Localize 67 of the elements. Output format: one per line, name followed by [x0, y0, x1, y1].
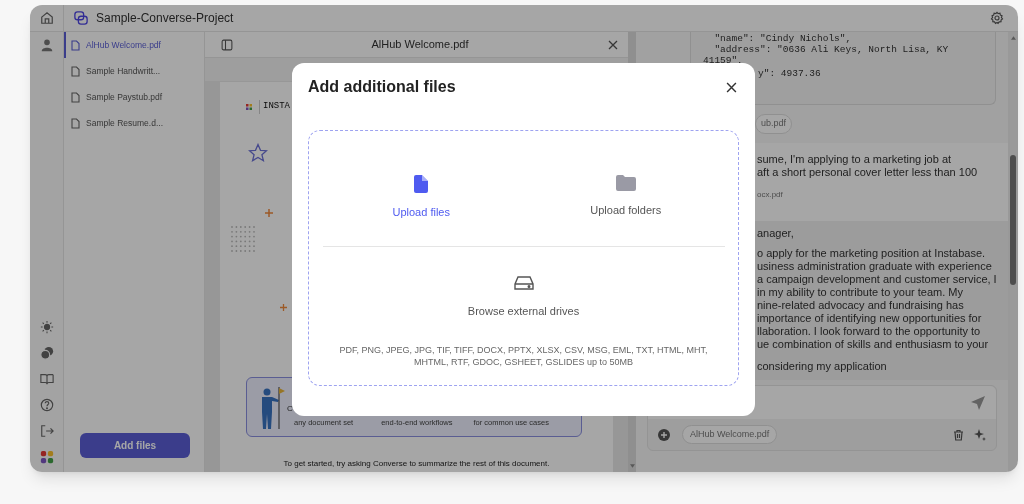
- message-text: aft a short personal cover letter less than 100: [757, 166, 979, 179]
- person-with-flag-drawing: [259, 386, 285, 430]
- scroll-down-icon[interactable]: [629, 464, 635, 468]
- coins-icon[interactable]: [39, 346, 54, 360]
- plus-mark-icon: [265, 209, 273, 217]
- sidebar-toggle-icon[interactable]: [221, 38, 233, 51]
- code-line: y": 4937.36: [758, 68, 822, 79]
- home-icon[interactable]: [39, 11, 54, 25]
- settings-icon[interactable]: [990, 11, 1004, 25]
- upload-option[interactable]: Upload files: [319, 131, 524, 246]
- logo-text: INSTA: [259, 100, 290, 114]
- add-icon[interactable]: [658, 428, 670, 441]
- reply-text: nine-related advocacy and fundraising has: [757, 299, 965, 312]
- file-item[interactable]: Sample Handwritt...: [64, 58, 204, 84]
- attachment-name: ocx.pdf: [757, 189, 784, 201]
- card-text: C: [287, 404, 293, 414]
- dialog-title: Add additional files: [308, 77, 456, 97]
- add-files-button[interactable]: Add files: [80, 433, 190, 458]
- attachment-chip[interactable]: AlHub Welcome.pdf: [682, 424, 778, 445]
- reply-text: importance of identifying new opportunities for: [757, 312, 983, 325]
- reply-text: ue combination of skills and enthusiasm to your: [757, 338, 990, 351]
- user-icon[interactable]: [39, 38, 54, 52]
- file-icon: [414, 175, 429, 193]
- scroll-up-icon[interactable]: [1010, 36, 1016, 40]
- document-icon: [71, 39, 80, 51]
- reply-text: o apply for the marketing position at Instabase.: [757, 247, 987, 260]
- trash-icon[interactable]: [953, 428, 964, 441]
- upload-option[interactable]: Upload folders: [523, 131, 728, 246]
- reply-text: llaboration. I look forward to the opportunity to: [757, 325, 982, 338]
- code-line: "name": "Cindy Nichols",: [713, 33, 853, 44]
- document-icon: [71, 65, 80, 77]
- book-icon[interactable]: [39, 372, 54, 386]
- code-line: 41159",: [703, 55, 744, 66]
- document-icon: [71, 117, 80, 129]
- document-title: AlHub Welcome.pdf: [370, 37, 470, 53]
- document-icon: [71, 91, 80, 103]
- folder-icon: [615, 175, 636, 191]
- plus-mark-icon: [280, 304, 287, 311]
- footer-text: To get started, try asking Converse to summarize the rest of this document.: [282, 458, 551, 470]
- reply-text: anager,: [757, 227, 795, 240]
- supported-formats-text: PDF, PNG, JPEG, JPG, TIF, TIFF, DOCX, PPTX, XLSX, CSV, MSG, EML, TXT, HTML, MHT, MHTML, RTF, GDOC, GSHEET, GSLIDES up to 50MB: [338, 343, 709, 368]
- star-icon: [248, 143, 268, 163]
- reply-text: considering my application: [757, 360, 888, 373]
- reply-text: usiness administration graduate with experience: [757, 260, 993, 273]
- chat-bubbles-icon: [74, 11, 88, 25]
- logo-icon: [246, 104, 252, 110]
- sparkle-icon[interactable]: [974, 428, 986, 441]
- dot-grid-icon: [230, 225, 256, 253]
- file-item[interactable]: Sample Paystub.pdf: [64, 84, 204, 110]
- reply-text: in my ability to contribute to your team. My: [757, 286, 965, 299]
- send-icon[interactable]: [970, 394, 986, 411]
- apps-icon[interactable]: [39, 450, 54, 464]
- close-icon[interactable]: [726, 81, 737, 93]
- scrollbar-thumb[interactable]: [1010, 155, 1016, 285]
- sun-icon[interactable]: [39, 320, 54, 334]
- project-title: Sample-Converse-Project: [96, 10, 234, 27]
- browse-drives-option[interactable]: Browse external drives: [467, 275, 580, 320]
- help-icon[interactable]: [39, 398, 54, 412]
- browse-drives-label: Browse external drives: [467, 304, 580, 319]
- logout-icon[interactable]: [39, 424, 54, 438]
- drive-icon: [513, 275, 534, 291]
- attachment-chip[interactable]: ub.pdf: [755, 114, 793, 134]
- file-item[interactable]: Sample Resume.d...: [64, 110, 204, 136]
- reply-text: a campaign development and customer service, I: [757, 273, 998, 286]
- code-line: "address": "0636 Ali Keys, North Lisa, KY: [713, 44, 950, 55]
- drop-zone[interactable]: Upload files Upload folders Browse external drives PDF, PNG, JPEG, JPG, TIF, TIFF, DOCX, PPTX, XLSX, CSV, MSG, EML, TXT, HTML, MHT, MHTML, RTF, GDOC, GSHEET, GSLIDES up to 50MB: [308, 130, 739, 386]
- message-text: sume, I'm applying to a marketing job at: [757, 153, 953, 166]
